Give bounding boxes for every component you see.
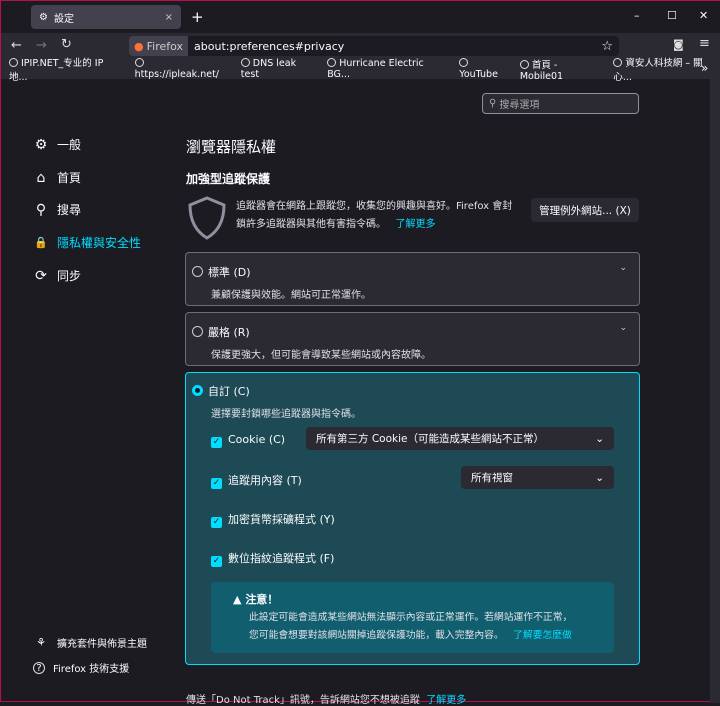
lock-icon: 🔒 [34, 236, 48, 249]
etp-description: 追蹤器會在網路上跟蹤您，收集您的興趣與喜好。Firefox 會封 鎖許多追蹤器與其… [236, 201, 513, 230]
puzzle-icon: ⚘ [36, 636, 46, 649]
gear-icon: ⚙ [34, 136, 48, 153]
tab-settings[interactable]: ⚙ 設定 × [31, 5, 181, 29]
tracking-content-checkbox[interactable]: ✓ 追蹤用內容 (T) [211, 472, 302, 489]
checkmark-icon: ✓ [211, 478, 222, 489]
fingerprinters-checkbox[interactable]: ✓ 數位指紋追蹤程式 (F) [211, 550, 334, 567]
close-tab-button[interactable]: × [165, 12, 173, 23]
tracking-content-select[interactable]: 所有視窗 ⌄ [461, 466, 614, 489]
pocket-icon[interactable]: ◙ [673, 38, 684, 51]
chevron-down-icon: ⌄ [595, 432, 604, 445]
url-text[interactable]: about:preferences#privacy [194, 40, 344, 53]
bookmark[interactable]: 首頁 - Mobile01 [519, 57, 604, 82]
learn-more-link[interactable]: 了解更多 [396, 219, 436, 230]
forward-button[interactable]: → [36, 38, 47, 53]
chevron-down-icon: ⌄ [595, 471, 604, 484]
cookie-select[interactable]: 所有第三方 Cookie（可能造成某些網站不正常） ⌄ [306, 427, 614, 450]
minimize-button[interactable]: – [634, 9, 640, 22]
bookmark[interactable]: YouTube [459, 58, 510, 80]
warning-title: 注意！ [245, 593, 279, 606]
menu-button[interactable]: ≡ [699, 36, 710, 51]
bookmark-star-icon[interactable]: ☆ [601, 39, 613, 54]
reload-button[interactable]: ↻ [61, 37, 72, 52]
sidebar-support-link[interactable]: ? Firefox 技術支援 [33, 660, 129, 675]
bookmark[interactable]: Hurricane Electric BG... [327, 58, 449, 80]
chevron-down-icon[interactable]: ⌄ [619, 323, 627, 333]
maximize-button[interactable]: ☐ [667, 9, 677, 22]
strict-description: 保護更強大，但可能會導致某些網站或內容故障。 [211, 350, 431, 361]
home-icon: ⌂ [36, 169, 46, 186]
warning-icon: ▲ [233, 593, 242, 606]
globe-icon [613, 58, 623, 67]
url-bar[interactable]: ● Firefox about:preferences#privacy ☆ [129, 36, 619, 56]
bookmarks-bar: IPIP.NET_专业的 IP 地... https://ipleak.net/… [1, 57, 720, 83]
strict-radio[interactable]: 嚴格 (R) [192, 324, 250, 340]
etp-heading: 加強型追蹤保護 [186, 172, 271, 186]
cryptominers-checkbox[interactable]: ✓ 加密貨幣採礦程式 (Y) [211, 511, 335, 528]
sidebar-addons-link[interactable]: ⚘ 擴充套件與佈景主題 [33, 635, 147, 650]
shield-icon [188, 196, 226, 240]
sidebar-item-general[interactable]: ⚙ 一般 [33, 136, 81, 153]
bookmarks-overflow-button[interactable]: » [701, 61, 708, 75]
custom-option-card[interactable]: 自訂 (C) 選擇要封鎖哪些追蹤器與指令碼。 ✓ Cookie (C) 所有第三方… [185, 372, 640, 665]
warning-text: 此設定可能會造成某些網站無法顯示內容或正常運作。若網站運作不正常， 您可能會想要對… [249, 612, 573, 641]
custom-radio[interactable]: 自訂 (C) [192, 383, 250, 399]
warning-box: ▲ 注意！ 此設定可能會造成某些網站無法顯示內容或正常運作。若網站運作不正常，您… [211, 582, 614, 653]
back-button[interactable]: ← [11, 38, 22, 53]
checkmark-icon: ✓ [211, 556, 222, 567]
bookmark[interactable]: DNS leak test [240, 58, 317, 80]
globe-icon [459, 58, 469, 67]
gear-icon: ⚙ [39, 11, 48, 23]
standard-radio[interactable]: 標準 (D) [192, 264, 251, 280]
firefox-logo-icon: ● [134, 39, 144, 53]
sidebar-item-home[interactable]: ⌂ 首頁 [33, 169, 81, 186]
search-icon: ⚲ [35, 201, 47, 218]
bookmark[interactable]: https://ipleak.net/ [134, 58, 231, 80]
close-window-button[interactable]: ✕ [699, 9, 708, 22]
standard-description: 兼顧保護與效能。網站可正常運作。 [211, 290, 371, 301]
identity-badge[interactable]: ● Firefox [129, 36, 189, 56]
search-icon: ⚲ [489, 98, 497, 109]
checkmark-icon: ✓ [211, 517, 222, 528]
dnt-learn-more-link[interactable]: 了解更多 [426, 695, 466, 706]
globe-icon [327, 58, 337, 67]
search-input[interactable]: ⚲ 搜尋選項 [482, 93, 639, 114]
dnt-label: 傳送「Do Not Track」訊號，告訴網站您不想被追蹤 了解更多 [186, 695, 467, 706]
page-title: 瀏覽器隱私權 [186, 138, 277, 156]
learn-how-link[interactable]: 了解要怎麼做 [513, 630, 572, 641]
cookie-checkbox[interactable]: ✓ Cookie (C) [211, 433, 285, 448]
sidebar-item-privacy[interactable]: 🔒 隱私權與安全性 [33, 234, 141, 251]
new-tab-button[interactable]: + [191, 8, 204, 26]
sidebar-item-sync[interactable]: ⟳ 同步 [33, 267, 81, 284]
custom-description: 選擇要封鎖哪些追蹤器與指令碼。 [211, 409, 361, 420]
chevron-down-icon[interactable]: ⌄ [619, 263, 627, 273]
sidebar-item-search[interactable]: ⚲ 搜尋 [33, 201, 81, 218]
globe-icon [240, 58, 250, 67]
scrollbar[interactable] [710, 79, 720, 703]
checkmark-icon: ✓ [211, 437, 222, 448]
standard-option-card[interactable]: 標準 (D) ⌄ 兼顧保護與效能。網站可正常運作。 [185, 252, 640, 306]
manage-exceptions-button[interactable]: 管理例外網站... (X) [531, 198, 639, 222]
strict-option-card[interactable]: 嚴格 (R) ⌄ 保護更強大，但可能會導致某些網站或內容故障。 [185, 312, 640, 366]
globe-icon [134, 58, 144, 67]
globe-icon [519, 59, 529, 69]
help-icon: ? [33, 661, 45, 674]
sync-icon: ⟳ [35, 267, 47, 284]
bookmark[interactable]: IPIP.NET_专业的 IP 地... [9, 55, 125, 83]
globe-icon [9, 58, 18, 67]
